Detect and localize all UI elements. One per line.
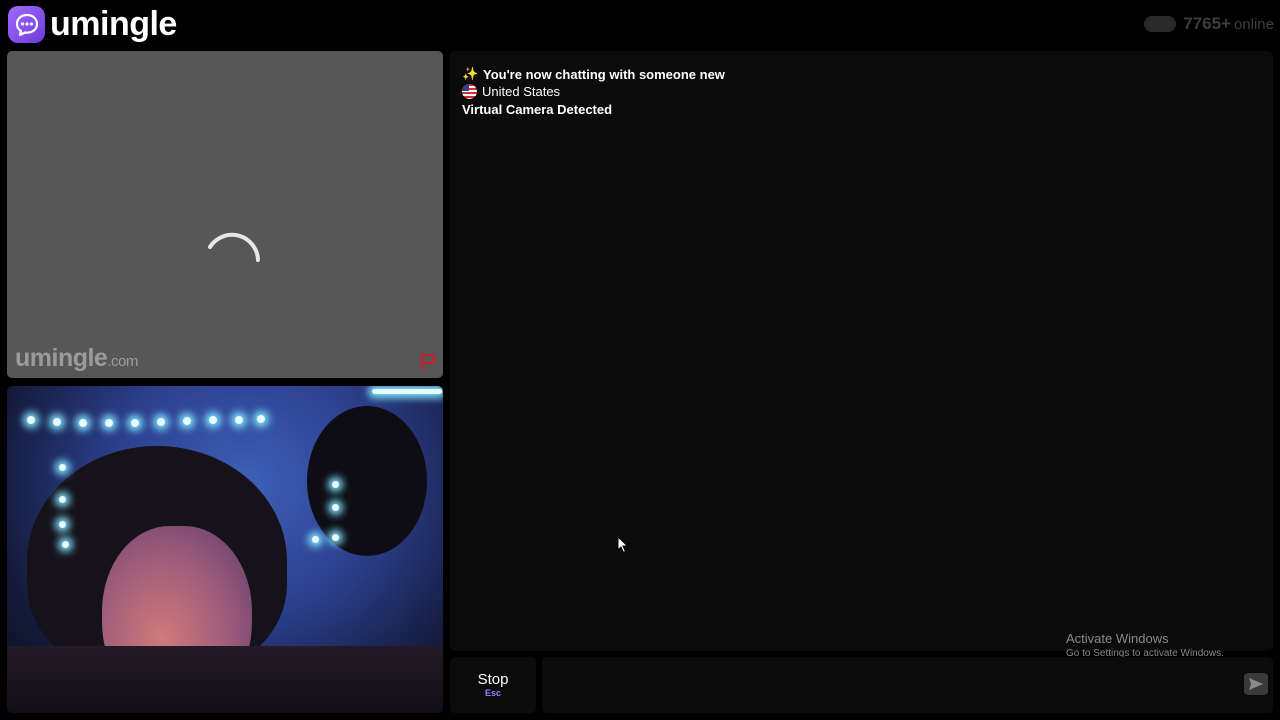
person-body bbox=[7, 646, 443, 713]
header: umingle 7765+ online bbox=[0, 0, 1280, 50]
stop-shortcut: Esc bbox=[484, 687, 501, 698]
us-flag-icon bbox=[462, 84, 477, 99]
logo[interactable]: umingle bbox=[8, 6, 177, 43]
theme-toggle[interactable] bbox=[1144, 16, 1177, 32]
message-input[interactable] bbox=[542, 657, 1222, 713]
stop-label: Stop bbox=[477, 670, 509, 688]
watermark: umingle.com bbox=[15, 344, 138, 373]
chat-panel: ✨ You're now chatting with someone new U… bbox=[450, 51, 1273, 651]
message-text: United States bbox=[482, 84, 561, 99]
self-video bbox=[7, 386, 443, 713]
activate-windows-title: Activate Windows bbox=[1066, 631, 1169, 646]
send-button[interactable] bbox=[1244, 673, 1268, 695]
watermark-suffix: .com bbox=[107, 353, 138, 370]
message-text: Virtual Camera Detected bbox=[462, 102, 613, 117]
activate-windows-notice: Activate Windows Go to Settings to activ… bbox=[1066, 631, 1224, 659]
stop-button[interactable]: Stop Esc bbox=[450, 657, 536, 713]
system-message-virtual-camera: Virtual Camera Detected bbox=[462, 102, 612, 117]
headphone-shape bbox=[307, 406, 427, 556]
send-icon bbox=[1249, 678, 1263, 690]
loading-spinner-icon bbox=[208, 232, 260, 262]
watermark-name: umingle bbox=[15, 344, 108, 372]
logo-text: umingle bbox=[50, 5, 177, 43]
system-message-new-chat: ✨ You're now chatting with someone new bbox=[462, 66, 725, 82]
online-indicator: 7765+ online bbox=[1144, 14, 1274, 34]
stranger-video: umingle.com bbox=[7, 51, 443, 378]
online-label: online bbox=[1233, 15, 1274, 33]
message-box bbox=[542, 657, 1273, 713]
online-count: 7765+ bbox=[1183, 14, 1231, 33]
sparkle-icon: ✨ bbox=[462, 66, 479, 81]
chat-bubble-icon bbox=[8, 6, 45, 43]
message-text: You're now chatting with someone new bbox=[483, 66, 725, 82]
report-flag-icon[interactable] bbox=[419, 352, 439, 372]
system-message-location: United States bbox=[462, 84, 560, 99]
mouse-cursor-icon bbox=[617, 536, 629, 554]
